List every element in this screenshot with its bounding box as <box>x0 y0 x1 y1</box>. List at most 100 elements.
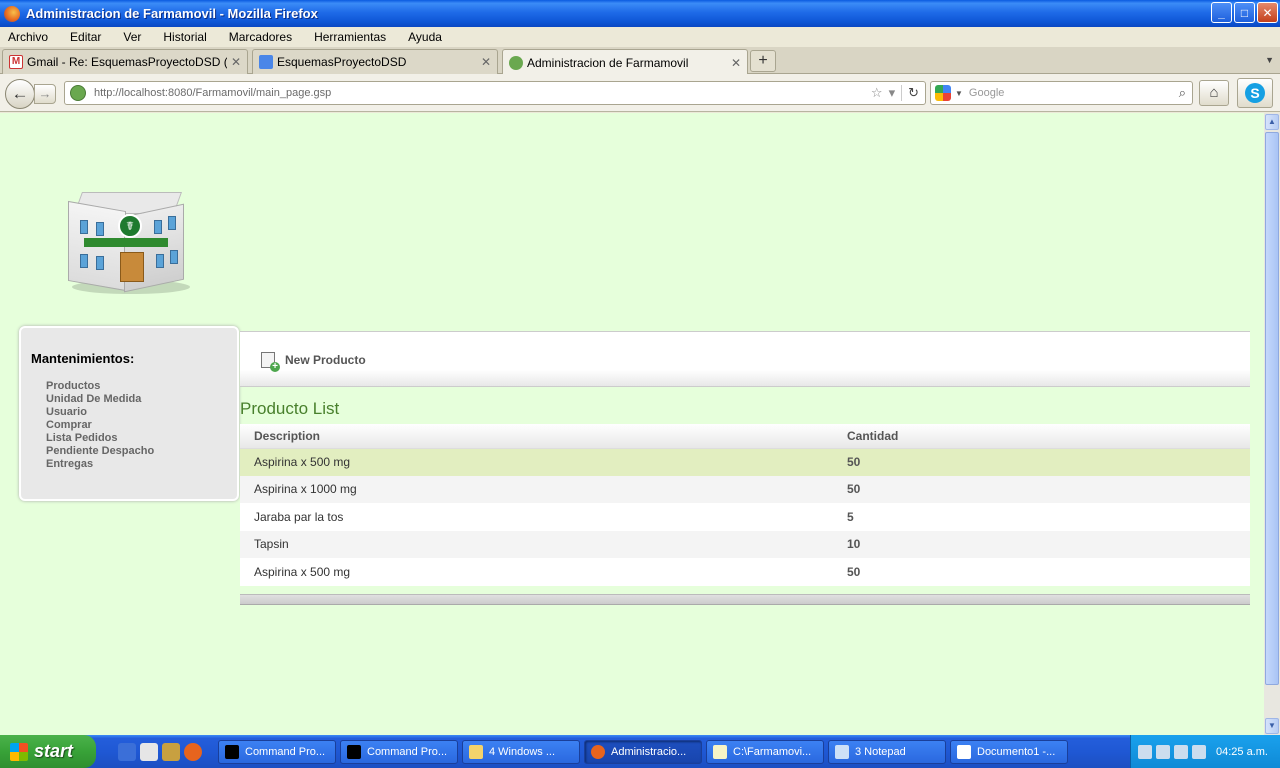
cmd-icon <box>347 744 361 759</box>
table-row[interactable]: Aspirina x 500 mg 50 <box>240 448 1250 476</box>
menu-marcadores[interactable]: Marcadores <box>225 30 296 44</box>
description-cell[interactable]: Tapsin <box>240 530 833 558</box>
taskbar-button[interactable]: 3 Notepad <box>828 739 946 764</box>
tab-close-icon[interactable]: ✕ <box>481 55 491 69</box>
quick-launch <box>118 742 202 761</box>
list-title: Producto List <box>240 399 340 418</box>
messenger-icon[interactable] <box>162 742 180 761</box>
menu-link-entregas[interactable]: Entregas <box>46 458 154 471</box>
bookmark-star-icon[interactable]: ☆ <box>871 85 883 101</box>
menu-editar[interactable]: Editar <box>66 30 105 44</box>
navigation-bar: ← → http://localhost:8080/Farmamovil/mai… <box>0 74 1280 112</box>
task-label: Command Pro... <box>367 745 448 758</box>
tab-farmamovil[interactable]: Administracion de Farmamovil ✕ <box>502 49 748 75</box>
taskbar-button[interactable]: 4 Windows ... <box>462 739 580 764</box>
clock[interactable]: 04:25 a.m. <box>1216 746 1268 758</box>
menu-ver[interactable]: Ver <box>119 30 145 44</box>
system-tray: 04:25 a.m. <box>1130 735 1280 768</box>
volume-icon[interactable] <box>1174 744 1189 759</box>
start-label: start <box>34 741 74 761</box>
firefox-quicklaunch-icon[interactable] <box>184 742 202 761</box>
column-header-description[interactable]: Description <box>240 424 833 449</box>
site-identity-icon[interactable] <box>70 85 86 101</box>
taskbar-button[interactable]: Command Pro... <box>218 739 336 764</box>
tab-close-icon[interactable]: ✕ <box>231 55 241 69</box>
menu-link-unidad-de-medida[interactable]: Unidad De Medida <box>46 393 154 406</box>
tab-label: Administracion de Farmamovil <box>527 55 689 70</box>
scroll-up-icon[interactable]: ▲ <box>1265 114 1279 130</box>
search-bar[interactable]: ▼ Google ⌕ <box>930 81 1193 105</box>
description-cell[interactable]: Aspirina x 500 mg <box>240 448 833 476</box>
menu-link-productos[interactable]: Productos <box>46 380 154 393</box>
menu-link-lista-pedidos[interactable]: Lista Pedidos <box>46 432 154 445</box>
menu-archivo[interactable]: Archivo <box>4 30 52 44</box>
skype-button[interactable]: S <box>1237 78 1273 108</box>
window-title: Administracion de Farmamovil - Mozilla F… <box>26 6 318 21</box>
url-dropdown-icon[interactable]: ▾ <box>889 85 896 101</box>
task-label: Command Pro... <box>245 745 326 758</box>
close-button[interactable]: ✕ <box>1257 2 1278 23</box>
search-icon[interactable]: ⌕ <box>1179 85 1186 101</box>
menu-link-pendiente-despacho[interactable]: Pendiente Despacho <box>46 445 154 458</box>
maintenance-menu: Mantenimientos: Productos Unidad De Medi… <box>19 326 239 501</box>
page-viewport: ☤ Mantenimientos: Productos Unidad De Me… <box>0 113 1264 735</box>
action-bar: New Producto <box>240 331 1250 387</box>
search-engine-dropdown-icon[interactable]: ▼ <box>955 89 963 98</box>
tab-gmail[interactable]: M Gmail - Re: EsquemasProyectoDSD (ymal.… <box>2 49 248 74</box>
cmd-icon <box>225 744 239 759</box>
back-button[interactable]: ← <box>5 79 35 109</box>
tab-list-icon[interactable]: ▼ <box>1265 55 1274 65</box>
firefox-icon <box>4 5 20 22</box>
description-cell[interactable]: Aspirina x 500 mg <box>240 558 833 586</box>
pharmacy-logo: ☤ <box>66 190 190 294</box>
cantidad-cell: 5 <box>833 503 1250 531</box>
menu-ayuda[interactable]: Ayuda <box>404 30 446 44</box>
home-button[interactable]: ⌂ <box>1199 80 1229 106</box>
vertical-scrollbar[interactable]: ▲ ▼ <box>1264 113 1280 735</box>
tab-bar: M Gmail - Re: EsquemasProyectoDSD (ymal.… <box>0 47 1280 75</box>
network-icon[interactable] <box>1156 744 1171 759</box>
safely-remove-icon[interactable] <box>1192 744 1207 759</box>
maximize-button[interactable]: □ <box>1234 2 1255 23</box>
windows-flag-icon <box>10 742 28 761</box>
menu-herramientas[interactable]: Herramientas <box>310 30 390 44</box>
description-cell[interactable]: Jaraba par la tos <box>240 503 833 531</box>
table-row[interactable]: Aspirina x 500 mg 50 <box>240 558 1250 586</box>
tab-label: Gmail - Re: EsquemasProyectoDSD (ymal... <box>27 55 227 69</box>
forward-button[interactable]: → <box>34 84 56 104</box>
minimize-button[interactable]: _ <box>1211 2 1232 23</box>
media-player-icon[interactable] <box>140 742 158 761</box>
taskbar-button[interactable]: Documento1 -... <box>950 739 1068 764</box>
new-producto-button[interactable]: New Producto <box>261 352 366 372</box>
tab-esquemas[interactable]: EsquemasProyectoDSD ✕ <box>252 49 498 74</box>
menu-link-comprar[interactable]: Comprar <box>46 419 154 432</box>
taskbar-button[interactable]: C:\Farmamovi... <box>706 739 824 764</box>
url-bar[interactable]: http://localhost:8080/Farmamovil/main_pa… <box>64 81 926 105</box>
column-header-cantidad[interactable]: Cantidad <box>833 424 1250 449</box>
google-icon[interactable] <box>935 85 951 101</box>
task-label: Administracio... <box>611 745 687 758</box>
pagination-bar <box>240 594 1250 605</box>
search-input[interactable]: Google <box>969 87 1179 99</box>
menu-historial[interactable]: Historial <box>159 30 210 44</box>
windows-taskbar: start Command Pro... Command Pro... 4 Wi… <box>0 735 1280 768</box>
menu-link-usuario[interactable]: Usuario <box>46 406 154 419</box>
taskbar-button[interactable]: Command Pro... <box>340 739 458 764</box>
reload-button[interactable]: ↻ <box>901 85 919 101</box>
taskbar-button-active[interactable]: Administracio... <box>584 739 702 764</box>
scrollbar-thumb[interactable] <box>1265 132 1279 685</box>
table-row[interactable]: Tapsin 10 <box>240 530 1250 558</box>
menu-title: Mantenimientos: <box>31 351 135 366</box>
scroll-down-icon[interactable]: ▼ <box>1265 718 1279 734</box>
firefox-icon <box>591 744 605 759</box>
tray-arrow-icon[interactable] <box>1138 744 1153 759</box>
menu-bar: Archivo Editar Ver Historial Marcadores … <box>0 27 1280 47</box>
description-cell[interactable]: Aspirina x 1000 mg <box>240 475 833 503</box>
tab-close-icon[interactable]: ✕ <box>731 56 741 70</box>
table-row[interactable]: Jaraba par la tos 5 <box>240 503 1250 531</box>
new-tab-button[interactable]: + <box>750 50 776 72</box>
table-row[interactable]: Aspirina x 1000 mg 50 <box>240 475 1250 503</box>
start-button[interactable]: start <box>0 735 96 768</box>
url-input[interactable]: http://localhost:8080/Farmamovil/main_pa… <box>94 87 871 99</box>
ie-icon[interactable] <box>118 742 136 761</box>
